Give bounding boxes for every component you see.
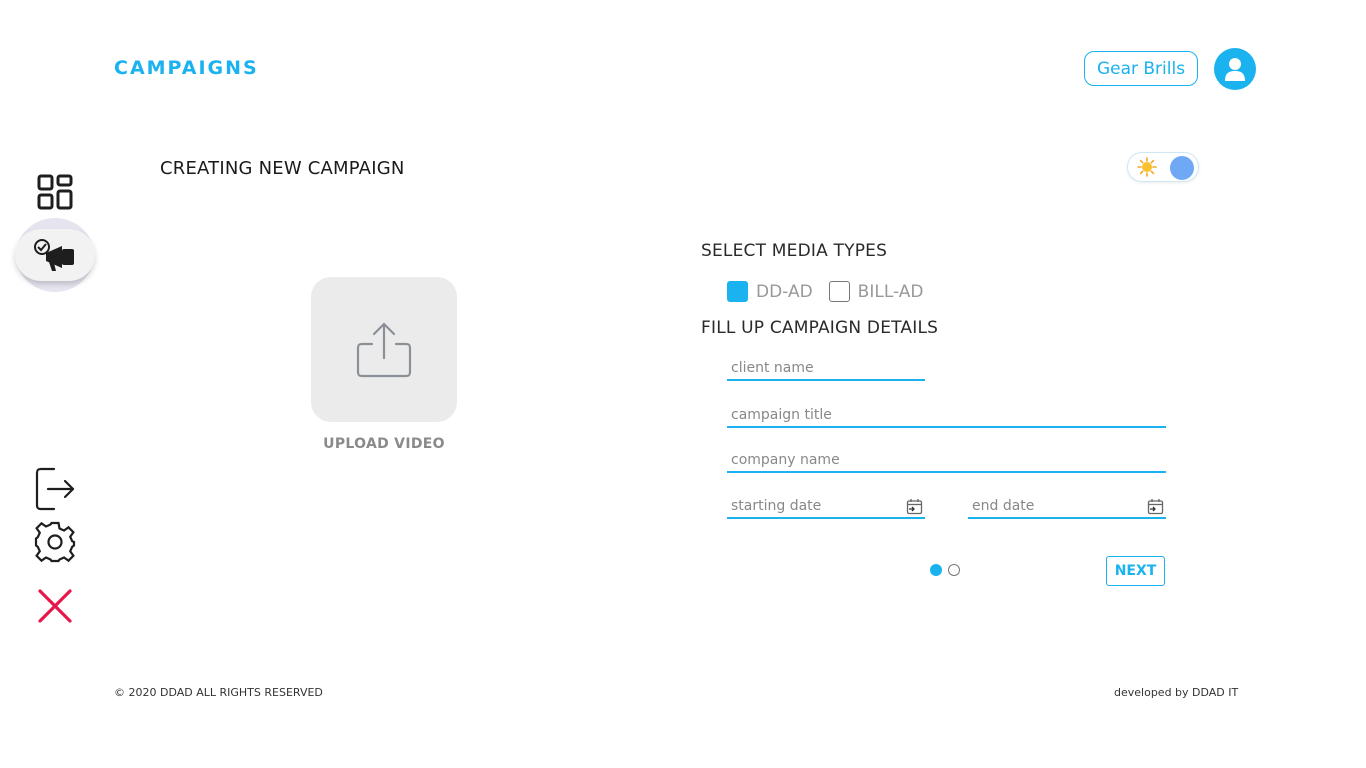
sidebar-item-dashboard[interactable] — [35, 172, 75, 212]
sidebar-item-settings[interactable] — [33, 520, 77, 564]
client-name-field[interactable]: client name — [727, 356, 925, 381]
page-title: CREATING NEW CAMPAIGN — [160, 158, 405, 179]
toggle-knob — [1170, 156, 1194, 180]
copyright-text: © 2020 DDAD ALL RIGHTS RESERVED — [114, 686, 323, 699]
next-button[interactable]: NEXT — [1106, 556, 1165, 586]
theme-toggle[interactable] — [1127, 152, 1199, 182]
end-date-placeholder: end date — [972, 498, 1035, 514]
step-dot-2[interactable] — [948, 564, 960, 576]
calendar-icon[interactable] — [1147, 498, 1164, 515]
sidebar-item-campaigns[interactable] — [15, 229, 95, 281]
campaign-title-field[interactable]: campaign title — [727, 403, 1166, 428]
dd-ad-label: DD-AD — [756, 281, 813, 302]
logout-icon — [35, 467, 75, 511]
sidebar-item-close[interactable] — [35, 586, 75, 626]
step-indicator — [930, 564, 960, 576]
sun-icon — [1137, 157, 1157, 177]
developer-credit: developed by DDAD IT — [1114, 686, 1239, 699]
bill-ad-checkbox[interactable] — [828, 281, 850, 302]
user-icon — [1225, 58, 1245, 81]
upload-icon — [356, 322, 412, 377]
bill-ad-label: BILL-AD — [857, 281, 924, 302]
user-name-button[interactable]: Gear Brills — [1084, 51, 1198, 86]
media-types-heading: SELECT MEDIA TYPES — [701, 241, 888, 261]
avatar[interactable] — [1214, 48, 1256, 90]
starting-date-placeholder: starting date — [731, 498, 822, 514]
megaphone-icon — [34, 239, 74, 271]
starting-date-field[interactable]: starting date — [727, 494, 925, 519]
grid-icon — [37, 174, 73, 210]
app-title: CAMPAIGNS — [114, 57, 259, 79]
gear-icon — [34, 521, 76, 563]
dd-ad-checkbox[interactable] — [727, 281, 748, 302]
upload-video-label: UPLOAD VIDEO — [323, 436, 445, 452]
upload-video-button[interactable] — [311, 277, 457, 422]
media-type-options: DD-AD BILL-AD — [727, 281, 923, 302]
step-dot-1[interactable] — [930, 564, 942, 576]
calendar-icon[interactable] — [906, 498, 923, 515]
sidebar-item-logout[interactable] — [33, 466, 77, 512]
media-option-bill-ad[interactable]: BILL-AD — [828, 281, 924, 302]
media-option-dd-ad[interactable]: DD-AD — [727, 281, 813, 302]
close-icon — [38, 589, 72, 623]
end-date-field[interactable]: end date — [968, 494, 1166, 519]
campaign-details-heading: FILL UP CAMPAIGN DETAILS — [701, 318, 939, 338]
company-name-field[interactable]: company name — [727, 448, 1166, 473]
